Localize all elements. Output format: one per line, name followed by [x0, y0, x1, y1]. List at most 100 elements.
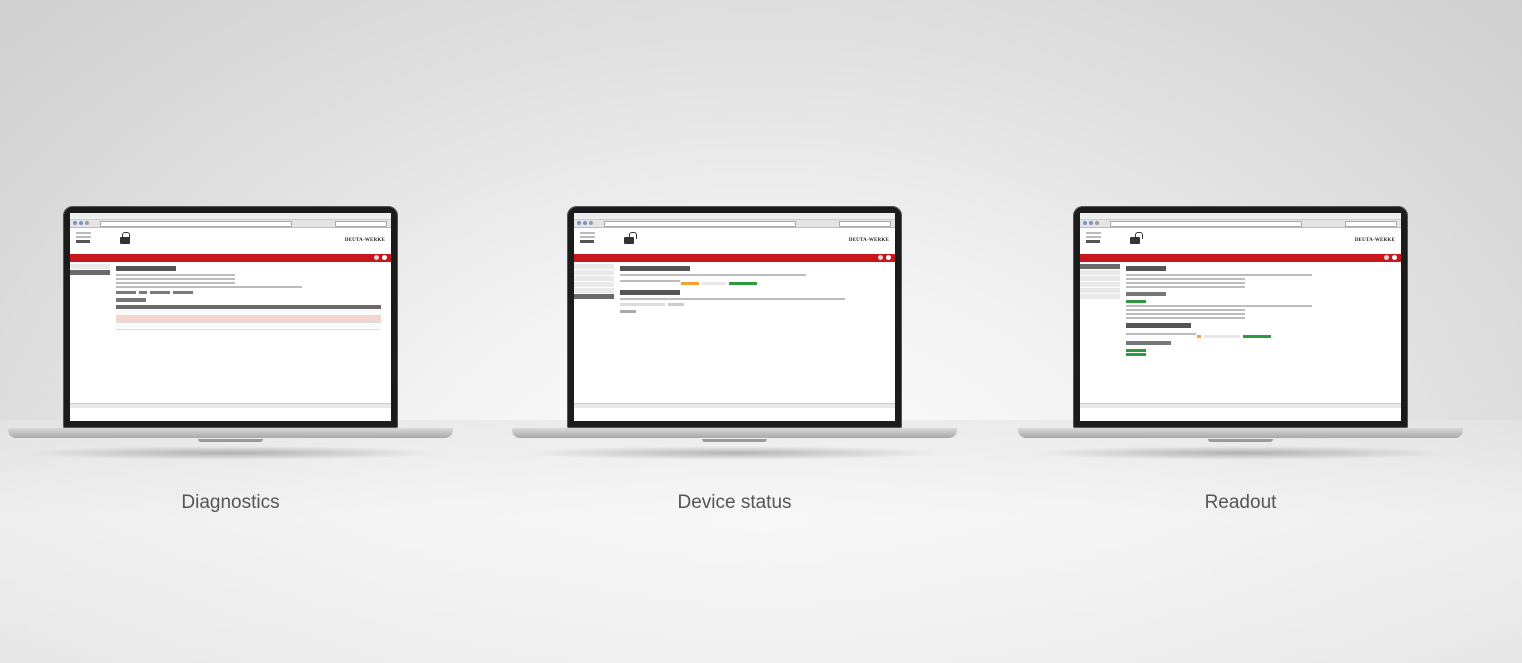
sidebar-item[interactable] [574, 270, 614, 275]
sidebar-item-selected[interactable] [574, 294, 614, 299]
laptop-notch [1208, 439, 1273, 442]
red-nav-bar [1080, 254, 1401, 262]
download-button[interactable] [620, 310, 636, 313]
laptop-readout: DEUTA-WERKE [1018, 206, 1463, 461]
reload-icon[interactable] [85, 221, 89, 225]
back-icon[interactable] [577, 221, 581, 225]
sidebar-item[interactable] [1080, 294, 1120, 299]
info-line [1126, 317, 1246, 319]
table-row[interactable] [116, 309, 381, 316]
lock-icon [120, 232, 130, 244]
progress-bar-track [701, 281, 726, 285]
sidebar-item[interactable] [1080, 288, 1120, 293]
brand-logo: DEUTA-WERKE [344, 238, 385, 243]
laptop-screen: DEUTA-WERKE [574, 213, 895, 421]
table-row[interactable] [116, 323, 381, 330]
info-line [1126, 274, 1312, 276]
address-bar[interactable] [100, 221, 292, 227]
info-line [620, 274, 806, 276]
laptop-screen: DEUTA-WERKE [70, 213, 391, 421]
info-line [1126, 333, 1196, 335]
info-line [116, 282, 236, 284]
forward-icon[interactable] [79, 221, 83, 225]
browser-search-input[interactable] [1345, 221, 1397, 227]
info-line [1126, 282, 1246, 284]
browser-toolbar [1080, 220, 1401, 228]
section-title [1126, 341, 1171, 345]
caption-device-status: Device status [677, 492, 792, 513]
laptop-notch [198, 439, 263, 442]
status-badge-ok [1126, 299, 1146, 303]
info-line [1126, 305, 1312, 307]
status-badge-ok [728, 281, 757, 285]
laptop-base [8, 428, 453, 438]
sidebar-item[interactable] [70, 264, 110, 269]
table-row[interactable] [116, 316, 381, 323]
forward-icon[interactable] [583, 221, 587, 225]
laptop-base [512, 428, 957, 438]
app-header: DEUTA-WERKE [70, 228, 391, 254]
sidebar-item[interactable] [1080, 282, 1120, 287]
action-button[interactable] [138, 291, 147, 294]
sidebar-item[interactable] [574, 264, 614, 269]
caption-readout: Readout [1204, 492, 1277, 513]
login-form[interactable] [1086, 232, 1108, 246]
help-icon[interactable] [1384, 255, 1389, 260]
page-title [116, 266, 176, 271]
language-icon[interactable] [1392, 255, 1397, 260]
forward-icon[interactable] [1089, 221, 1093, 225]
sidebar-item[interactable] [574, 288, 614, 293]
progress-bar-warning [1196, 334, 1201, 338]
language-icon[interactable] [382, 255, 387, 260]
info-line [620, 280, 680, 282]
sidebar [574, 264, 614, 300]
address-bar[interactable] [604, 221, 796, 227]
sidebar-item[interactable] [1080, 270, 1120, 275]
back-icon[interactable] [73, 221, 77, 225]
browser-search-input[interactable] [335, 221, 387, 227]
login-form[interactable] [580, 232, 602, 246]
section-title [620, 290, 680, 295]
action-button[interactable] [116, 291, 136, 294]
reload-icon[interactable] [1095, 221, 1099, 225]
sidebar-item-selected[interactable] [70, 270, 110, 275]
progress-bar-warning [680, 281, 699, 285]
status-badge-ok [1242, 334, 1271, 338]
sidebar-item[interactable] [1080, 276, 1120, 281]
info-line [1126, 309, 1246, 311]
unlock-icon [624, 232, 637, 244]
action-button[interactable] [149, 291, 170, 294]
browse-button[interactable] [667, 303, 684, 306]
section-title [1126, 292, 1166, 296]
info-line [116, 274, 236, 276]
info-line [620, 298, 846, 300]
file-input[interactable] [620, 303, 665, 306]
browser-statusbar [574, 403, 895, 408]
help-icon[interactable] [374, 255, 379, 260]
app-header: DEUTA-WERKE [1080, 228, 1401, 254]
info-line [1126, 286, 1246, 288]
progress-bar-track [1203, 334, 1240, 338]
sidebar-item[interactable] [574, 282, 614, 287]
language-icon[interactable] [886, 255, 891, 260]
browser-statusbar [1080, 403, 1401, 408]
sidebar-item[interactable] [574, 276, 614, 281]
app-content [1080, 262, 1401, 408]
laptop-screen: DEUTA-WERKE [1080, 213, 1401, 421]
sidebar-item-selected[interactable] [1080, 264, 1120, 269]
laptop-shadow [18, 446, 443, 460]
info-line [1126, 313, 1246, 315]
app-header: DEUTA-WERKE [574, 228, 895, 254]
browser-search-input[interactable] [839, 221, 891, 227]
address-bar[interactable] [1110, 221, 1302, 227]
laptop-bezel: DEUTA-WERKE [567, 206, 902, 428]
laptop-notch [702, 439, 767, 442]
reload-icon[interactable] [589, 221, 593, 225]
red-nav-bar [70, 254, 391, 262]
help-icon[interactable] [878, 255, 883, 260]
brand-logo: DEUTA-WERKE [848, 238, 889, 243]
login-form[interactable] [76, 232, 98, 246]
browser-toolbar [70, 220, 391, 228]
action-button[interactable] [172, 291, 193, 294]
back-icon[interactable] [1083, 221, 1087, 225]
